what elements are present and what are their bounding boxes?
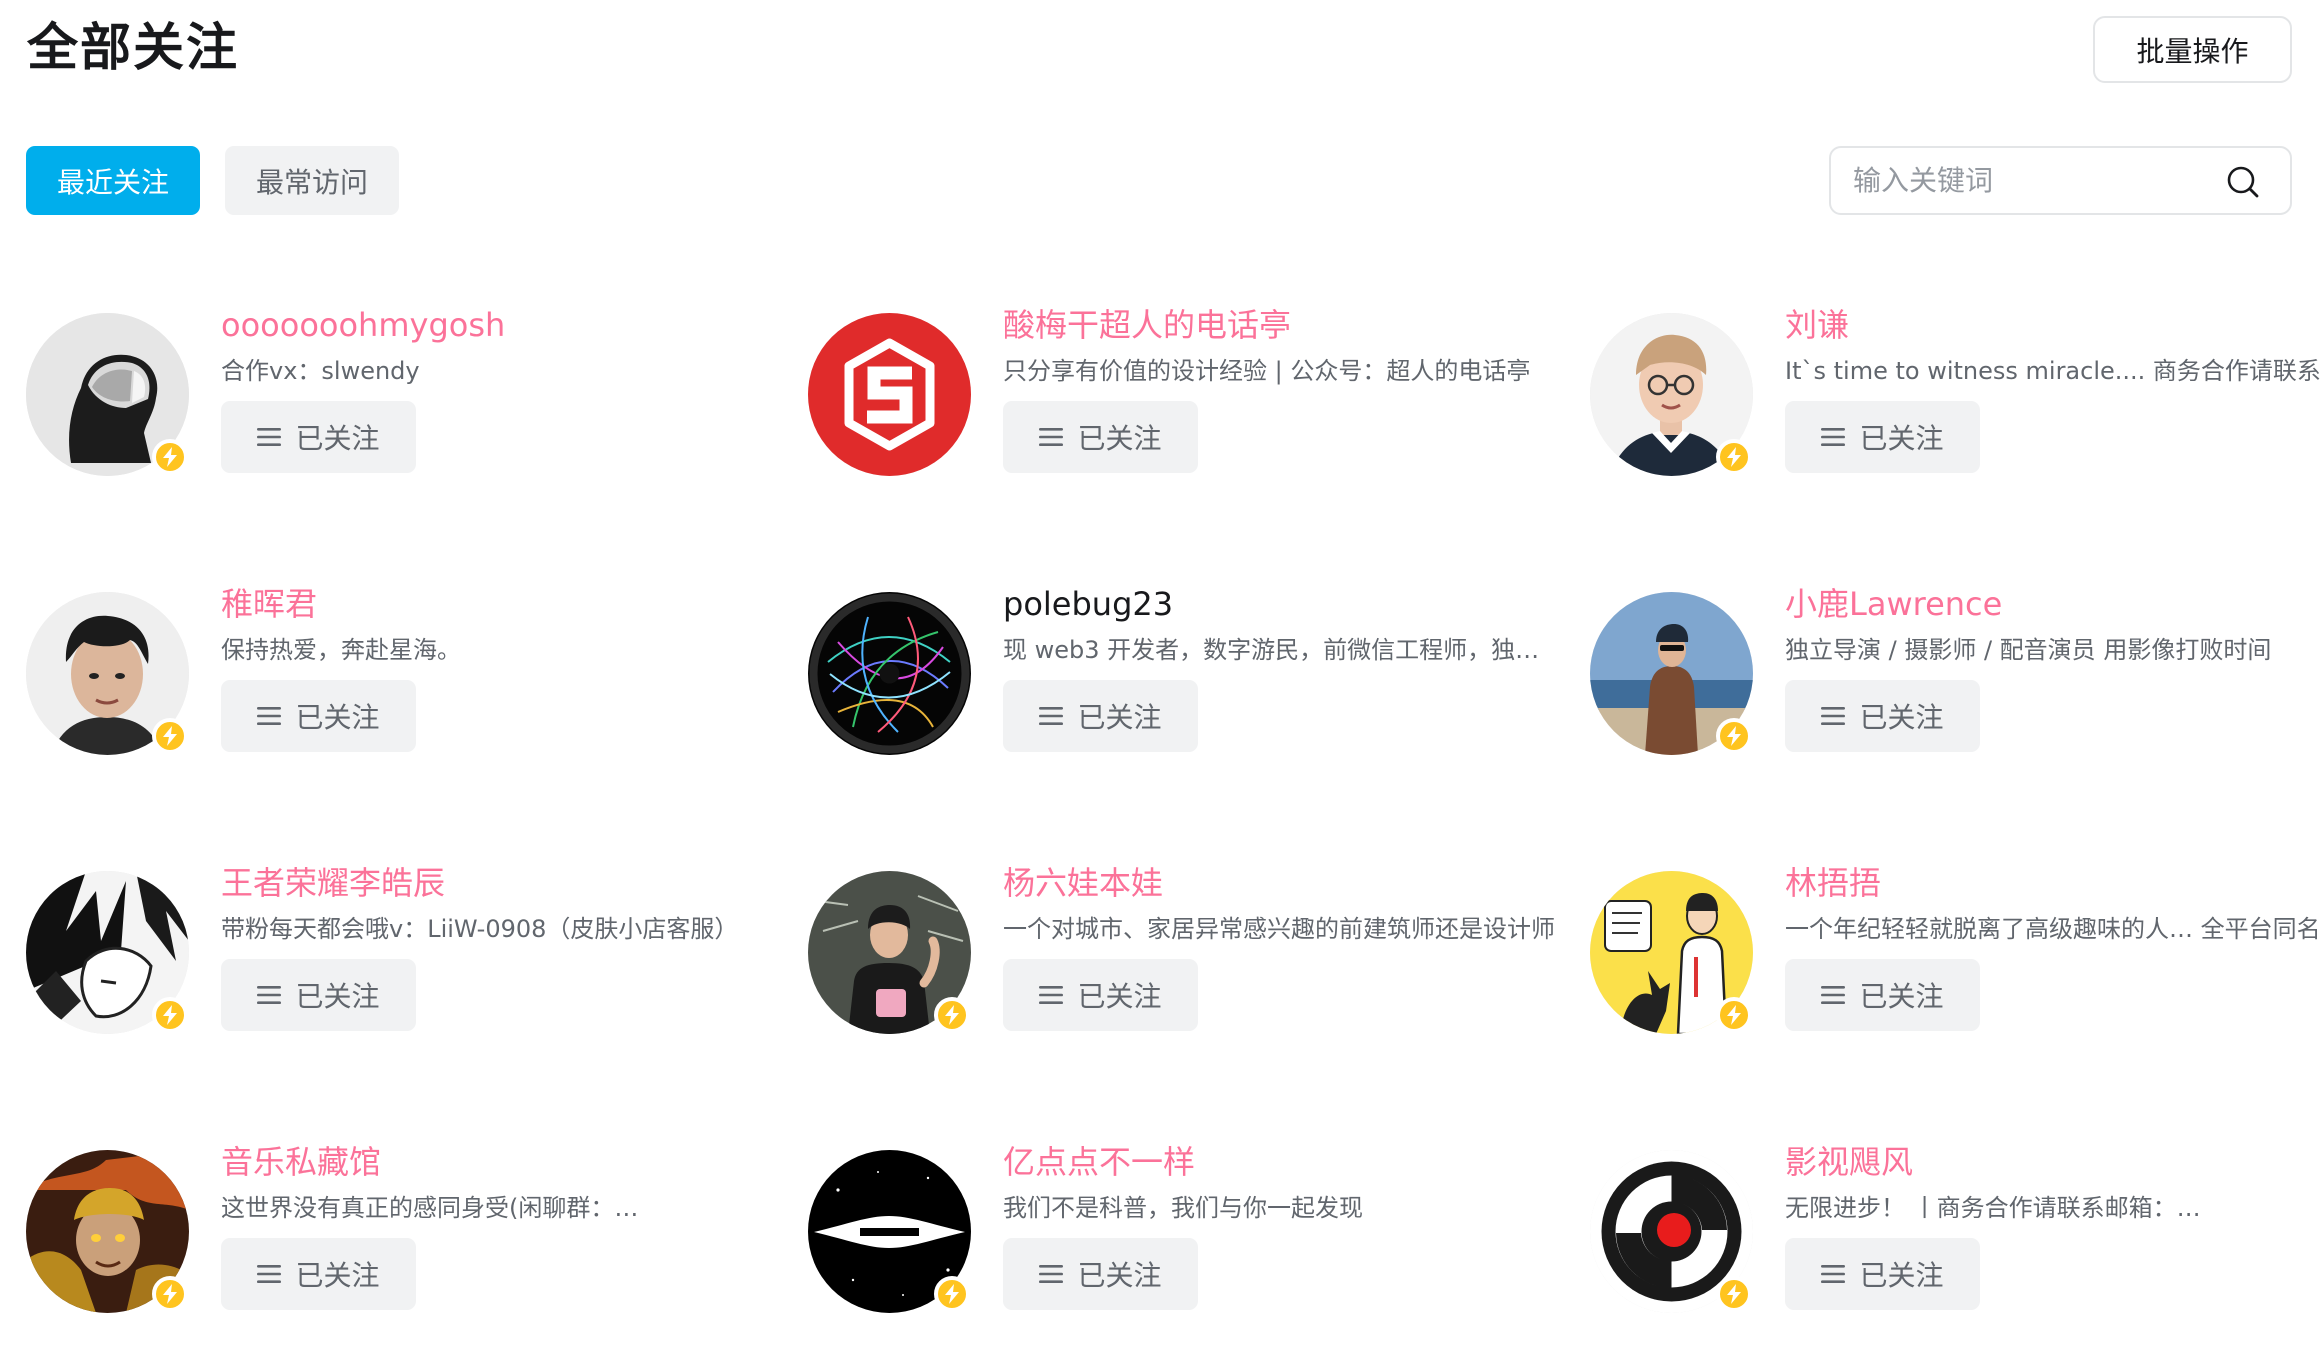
user-name[interactable]: 音乐私藏馆 — [221, 1140, 381, 1184]
user-sign: 这世界没有真正的感同身受(闲聊群：… — [221, 1194, 639, 1222]
followed-label: 已关注 — [1859, 980, 1944, 1013]
menu-icon — [257, 1264, 282, 1284]
lightning-icon — [1716, 1276, 1752, 1312]
lightning-icon — [152, 997, 188, 1033]
user-card: 音乐私藏馆 这世界没有真正的感同身受(闲聊群：… 已关注 — [26, 1143, 786, 1315]
followed-button[interactable]: 已关注 — [1785, 1238, 1980, 1310]
tab-recent-follow[interactable]: 最近关注 — [26, 146, 200, 215]
menu-icon — [1821, 427, 1846, 447]
followed-label: 已关注 — [1859, 701, 1944, 734]
user-sign: 独立导演 / 摄影师 / 配音演员 用影像打败时间 — [1785, 636, 2272, 664]
menu-icon — [257, 706, 282, 726]
user-name[interactable]: 杨六娃本娃 — [1003, 861, 1163, 905]
user-card: 影视飓风 无限进步！ 丨商务合作请联系邮箱：… 已关注 — [1590, 1143, 2324, 1315]
menu-icon — [1039, 427, 1064, 447]
followed-button[interactable]: 已关注 — [1003, 1238, 1198, 1310]
user-sign: 一个对城市、家居异常感兴趣的前建筑师还是设计师 — [1003, 915, 1555, 943]
menu-icon — [1039, 1264, 1064, 1284]
menu-icon — [1821, 706, 1846, 726]
user-name[interactable]: 小鹿Lawrence — [1785, 582, 2002, 626]
lightning-icon — [152, 1276, 188, 1312]
user-sign: 一个年纪轻轻就脱离了高级趣味的人… 全平台同名 — [1785, 915, 2321, 943]
menu-icon — [257, 427, 282, 447]
user-sign: It`s time to witness miracle.... 商务合作请联系 — [1785, 357, 2321, 385]
user-sign: 合作vx：slwendy — [221, 357, 420, 385]
user-card: 杨六娃本娃 一个对城市、家居异常感兴趣的前建筑师还是设计师 已关注 — [808, 864, 1568, 1036]
user-card: 酸梅干超人的电话亭 只分享有价值的设计经验 | 公众号：超人的电话亭 已关注 — [808, 306, 1568, 478]
followed-button[interactable]: 已关注 — [1003, 680, 1198, 752]
followed-button[interactable]: 已关注 — [1003, 959, 1198, 1031]
page-title: 全部关注 — [27, 19, 240, 78]
avatar[interactable] — [808, 592, 971, 755]
user-sign: 无限进步！ 丨商务合作请联系邮箱：… — [1785, 1194, 2201, 1222]
menu-icon — [1821, 1264, 1846, 1284]
search-box — [1829, 146, 2292, 215]
user-name[interactable]: 酸梅干超人的电话亭 — [1003, 303, 1291, 347]
user-card: 刘谦 It`s time to witness miracle.... 商务合作… — [1590, 306, 2324, 478]
followed-button[interactable]: 已关注 — [1785, 680, 1980, 752]
followed-label: 已关注 — [295, 701, 380, 734]
followed-button[interactable]: 已关注 — [1003, 401, 1198, 473]
user-name[interactable]: 刘谦 — [1785, 303, 1849, 347]
followed-button[interactable]: 已关注 — [221, 1238, 416, 1310]
user-name[interactable]: 王者荣耀李皓辰 — [221, 861, 445, 905]
batch-operation-button[interactable]: 批量操作 — [2093, 16, 2292, 83]
user-name[interactable]: 林捂捂 — [1785, 861, 1881, 905]
user-sign: 现 web3 开发者，数字游民，前微信工程师，独立开发者 — [1003, 636, 1558, 664]
user-sign: 带粉每天都会哦v：LiiW-0908（皮肤小店客服） — [221, 915, 739, 943]
user-sign: 只分享有价值的设计经验 | 公众号：超人的电话亭 — [1003, 357, 1531, 385]
followed-label: 已关注 — [295, 980, 380, 1013]
followed-label: 已关注 — [1859, 1259, 1944, 1292]
lightning-icon — [152, 718, 188, 754]
followed-label: 已关注 — [1077, 1259, 1162, 1292]
user-sign: 保持热爱，奔赴星海。 — [221, 636, 461, 664]
follow-page: 全部关注 批量操作 最近关注 最常访问 ooooooohmygosh 合作v — [0, 0, 2324, 1352]
user-card: 王者荣耀李皓辰 带粉每天都会哦v：LiiW-0908（皮肤小店客服） 已关注 — [26, 864, 786, 1036]
followed-label: 已关注 — [1077, 701, 1162, 734]
user-card: polebug23 现 web3 开发者，数字游民，前微信工程师，独立开发者 已… — [808, 585, 1568, 757]
followed-label: 已关注 — [295, 422, 380, 455]
user-card: ooooooohmygosh 合作vx：slwendy 已关注 — [26, 306, 786, 478]
search-input[interactable] — [1853, 148, 2213, 213]
followed-label: 已关注 — [1077, 422, 1162, 455]
menu-icon — [1039, 706, 1064, 726]
followed-button[interactable]: 已关注 — [221, 680, 416, 752]
menu-icon — [1821, 985, 1846, 1005]
lightning-icon — [1716, 718, 1752, 754]
menu-icon — [257, 985, 282, 1005]
followed-button[interactable]: 已关注 — [1785, 401, 1980, 473]
user-card: 亿点点不一样 我们不是科普，我们与你一起发现 已关注 — [808, 1143, 1568, 1315]
user-card: 小鹿Lawrence 独立导演 / 摄影师 / 配音演员 用影像打败时间 已关注 — [1590, 585, 2324, 757]
user-name[interactable]: 稚晖君 — [221, 582, 317, 626]
lightning-icon — [152, 439, 188, 475]
lightning-icon — [1716, 439, 1752, 475]
followed-label: 已关注 — [1077, 980, 1162, 1013]
avatar[interactable] — [808, 313, 971, 476]
search-icon[interactable] — [2226, 165, 2260, 199]
lightning-icon — [934, 1276, 970, 1312]
tab-most-visited[interactable]: 最常访问 — [225, 146, 399, 215]
user-name[interactable]: 影视飓风 — [1785, 1140, 1913, 1184]
menu-icon — [1039, 985, 1064, 1005]
followed-label: 已关注 — [295, 1259, 380, 1292]
lightning-icon — [1716, 997, 1752, 1033]
user-card: 林捂捂 一个年纪轻轻就脱离了高级趣味的人… 全平台同名 已关注 — [1590, 864, 2324, 1036]
followed-label: 已关注 — [1859, 422, 1944, 455]
followed-button[interactable]: 已关注 — [1785, 959, 1980, 1031]
user-sign: 我们不是科普，我们与你一起发现 — [1003, 1194, 1363, 1222]
user-name[interactable]: 亿点点不一样 — [1003, 1140, 1195, 1184]
followed-button[interactable]: 已关注 — [221, 401, 416, 473]
user-name[interactable]: ooooooohmygosh — [221, 303, 505, 347]
lightning-icon — [934, 997, 970, 1033]
user-card: 稚晖君 保持热爱，奔赴星海。 已关注 — [26, 585, 786, 757]
user-name[interactable]: polebug23 — [1003, 582, 1173, 626]
followed-button[interactable]: 已关注 — [221, 959, 416, 1031]
